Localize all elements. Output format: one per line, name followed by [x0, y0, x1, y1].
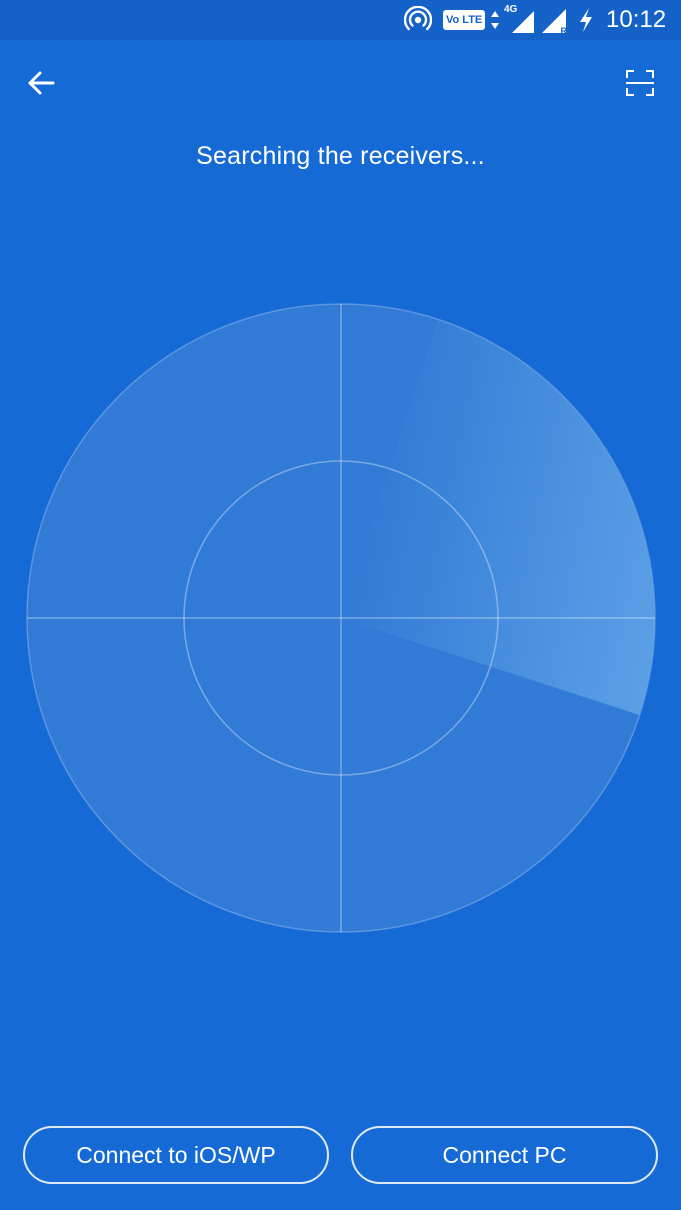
arrow-left-icon [28, 71, 55, 95]
hotspot-icon [404, 0, 434, 40]
toolbar [0, 40, 681, 130]
radar-view [26, 303, 656, 933]
signal-roaming-icon: R [540, 0, 570, 40]
status-time: 10:12 [606, 6, 667, 33]
searching-status-text: Searching the receivers... [196, 142, 485, 170]
connect-ios-wp-label: Connect to iOS/WP [76, 1141, 276, 1168]
signal-4g-icon: 4G [504, 0, 536, 40]
volte-label: Vo LTE [446, 14, 483, 26]
connect-pc-button[interactable]: Connect PC [351, 1126, 658, 1184]
data-arrows-icon [490, 0, 502, 40]
connect-ios-wp-button[interactable]: Connect to iOS/WP [23, 1126, 329, 1184]
charging-icon [577, 0, 597, 40]
volte-icon: Vo LTE [443, 0, 489, 40]
connect-pc-label: Connect PC [442, 1141, 567, 1168]
bottom-actions: Connect to iOS/WP Connect PC [0, 1126, 681, 1188]
scan-button[interactable] [613, 58, 667, 108]
roaming-label: R [560, 26, 568, 36]
scan-frame-icon [626, 70, 654, 96]
back-button[interactable] [14, 58, 68, 108]
status-bar: Vo LTE 4G R 10:12 [0, 0, 681, 40]
